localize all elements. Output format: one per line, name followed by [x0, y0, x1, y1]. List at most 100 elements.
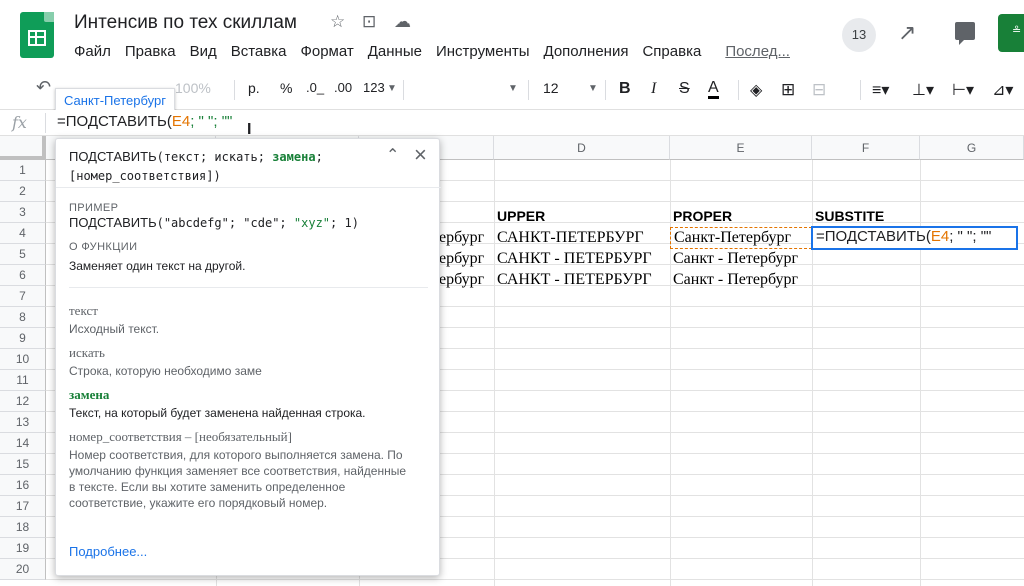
- param-name-replace: замена: [69, 387, 110, 402]
- strikethrough-button[interactable]: S: [679, 80, 690, 98]
- increase-decimal-button[interactable]: .00: [334, 80, 352, 95]
- param-desc-occurrence: Номер соответствия, для которого выполня…: [69, 448, 407, 510]
- close-icon[interactable]: ×: [414, 142, 427, 168]
- about-label: О ФУНКЦИИ: [69, 241, 138, 253]
- cell-e4[interactable]: Санкт-Петербург: [670, 227, 812, 249]
- param-name-text: текст: [69, 303, 98, 318]
- param-desc-text: Исходный текст.: [69, 322, 160, 336]
- cell-c4[interactable]: ербург: [436, 228, 494, 248]
- vertical-align-icon[interactable]: ⊥▾: [912, 80, 934, 100]
- title-bar: Интенсив по тех скиллам ☆ ⊡ ☁ Файл Правк…: [0, 0, 1024, 70]
- learn-more-link[interactable]: Подробнее...: [69, 544, 147, 559]
- last-edit-link[interactable]: Послед...: [718, 42, 797, 62]
- row-header[interactable]: 17: [0, 496, 46, 517]
- more-formats-button[interactable]: 123: [363, 80, 385, 95]
- row-header[interactable]: 19: [0, 538, 46, 559]
- cell-d3[interactable]: UPPER: [494, 206, 670, 226]
- currency-format-button[interactable]: р.: [248, 80, 260, 96]
- borders-icon[interactable]: ⊞: [781, 80, 795, 100]
- row-header[interactable]: 1: [0, 160, 46, 181]
- cloud-status-icon[interactable]: ☁: [394, 12, 411, 32]
- row-header[interactable]: 18: [0, 517, 46, 538]
- document-title[interactable]: Интенсив по тех скиллам: [74, 12, 297, 34]
- bold-button[interactable]: B: [619, 80, 631, 98]
- row-header[interactable]: 14: [0, 433, 46, 454]
- menu-help[interactable]: Справка: [635, 42, 708, 62]
- cell-e5[interactable]: Санкт - Петербург: [670, 249, 812, 269]
- menu-file[interactable]: Файл: [74, 42, 118, 62]
- row-header[interactable]: 6: [0, 265, 46, 286]
- merge-cells-icon[interactable]: ⊟: [812, 80, 826, 100]
- row-header[interactable]: 20: [0, 559, 46, 580]
- cell-f4-editor[interactable]: =ПОДСТАВИТЬ(E4; " "; "": [811, 226, 1018, 250]
- column-header-f[interactable]: F: [812, 136, 920, 160]
- example-label: ПРИМЕР: [69, 202, 119, 214]
- menu-data[interactable]: Данные: [361, 42, 429, 62]
- column-header-g[interactable]: G: [920, 136, 1024, 160]
- fx-icon: fx: [12, 113, 27, 132]
- row-header[interactable]: 16: [0, 475, 46, 496]
- horizontal-align-icon[interactable]: ≡▾: [872, 80, 889, 100]
- row-header[interactable]: 7: [0, 286, 46, 307]
- menu-insert[interactable]: Вставка: [224, 42, 294, 62]
- cell-f3[interactable]: SUBSTITE: [812, 206, 920, 226]
- cell-c6[interactable]: ербург: [436, 270, 494, 290]
- cell-e6[interactable]: Санкт - Петербург: [670, 270, 812, 290]
- row-header[interactable]: 10: [0, 349, 46, 370]
- move-folder-icon[interactable]: ⊡: [362, 12, 376, 32]
- row-header[interactable]: 12: [0, 391, 46, 412]
- menu-view[interactable]: Вид: [183, 42, 224, 62]
- cell-d5[interactable]: САНКТ - ПЕТЕРБУРГ: [494, 249, 670, 269]
- chevron-down-icon[interactable]: ▼: [387, 83, 397, 94]
- text-color-button[interactable]: A: [708, 80, 719, 99]
- zoom-select[interactable]: 100%: [175, 80, 211, 96]
- row-header[interactable]: 2: [0, 181, 46, 202]
- row-header[interactable]: 3: [0, 202, 46, 223]
- param-name-search: искать: [69, 345, 105, 360]
- formula-bar: fx =ПОДСТАВИТЬ(E4; " "; "": [0, 110, 1024, 136]
- font-size-chevron-icon[interactable]: ▼: [588, 83, 598, 94]
- cell-e3[interactable]: PROPER: [670, 206, 812, 226]
- cell-c5[interactable]: ербург: [436, 249, 494, 269]
- collaborator-count-badge[interactable]: 13: [842, 18, 876, 52]
- fill-color-icon[interactable]: ◈: [750, 80, 762, 100]
- row-header[interactable]: 4: [0, 223, 46, 244]
- column-header-e[interactable]: E: [670, 136, 812, 160]
- italic-button[interactable]: I: [651, 80, 656, 98]
- row-header[interactable]: 9: [0, 328, 46, 349]
- decrease-decimal-button[interactable]: .0_: [306, 80, 324, 95]
- undo-icon[interactable]: ↶: [36, 77, 51, 98]
- example-formula: ПОДСТАВИТЬ("abcdefg"; "cde"; "xyz"; 1): [69, 215, 359, 230]
- menu-addons[interactable]: Дополнения: [537, 42, 636, 62]
- percent-format-button[interactable]: %: [280, 80, 292, 96]
- font-family-chevron-icon[interactable]: ▼: [508, 83, 518, 94]
- param-name-occurrence: номер_соответствия – [необязательный]: [69, 429, 292, 444]
- text-wrap-icon[interactable]: ⊢▾: [952, 80, 974, 100]
- column-header-d[interactable]: D: [494, 136, 670, 160]
- font-size-select[interactable]: 12: [543, 80, 559, 96]
- activity-trend-icon[interactable]: ↗: [898, 20, 916, 46]
- share-button[interactable]: ≗: [998, 14, 1024, 52]
- row-header[interactable]: 13: [0, 412, 46, 433]
- menu-tools[interactable]: Инструменты: [429, 42, 537, 62]
- about-text: Заменяет один текст на другой.: [69, 259, 246, 273]
- function-help-popup: ПОДСТАВИТЬ(текст; искать; замена; [номер…: [55, 138, 441, 576]
- param-desc-search: Строка, которую необходимо заме: [69, 364, 262, 378]
- row-header[interactable]: 5: [0, 244, 46, 265]
- row-header[interactable]: 11: [0, 370, 46, 391]
- menu-format[interactable]: Формат: [293, 42, 360, 62]
- param-desc-replace: Текст, на который будет заменена найденн…: [69, 406, 366, 420]
- row-header[interactable]: 15: [0, 454, 46, 475]
- cell-d4[interactable]: САНКТ-ПЕТЕРБУРГ: [494, 228, 670, 248]
- menu-edit[interactable]: Правка: [118, 42, 183, 62]
- formula-input[interactable]: =ПОДСТАВИТЬ(E4; " "; "": [57, 113, 232, 130]
- select-all-corner[interactable]: [0, 136, 46, 160]
- row-header[interactable]: 8: [0, 307, 46, 328]
- menu-bar: Файл Правка Вид Вставка Формат Данные Ин…: [74, 42, 797, 62]
- sheets-logo-icon[interactable]: [20, 12, 54, 58]
- collapse-chevron-icon[interactable]: ⌃: [386, 145, 399, 165]
- comments-icon[interactable]: [955, 22, 975, 45]
- cell-d6[interactable]: САНКТ - ПЕТЕРБУРГ: [494, 270, 670, 290]
- text-rotation-icon[interactable]: ⊿▾: [992, 80, 1013, 100]
- star-icon[interactable]: ☆: [330, 12, 345, 32]
